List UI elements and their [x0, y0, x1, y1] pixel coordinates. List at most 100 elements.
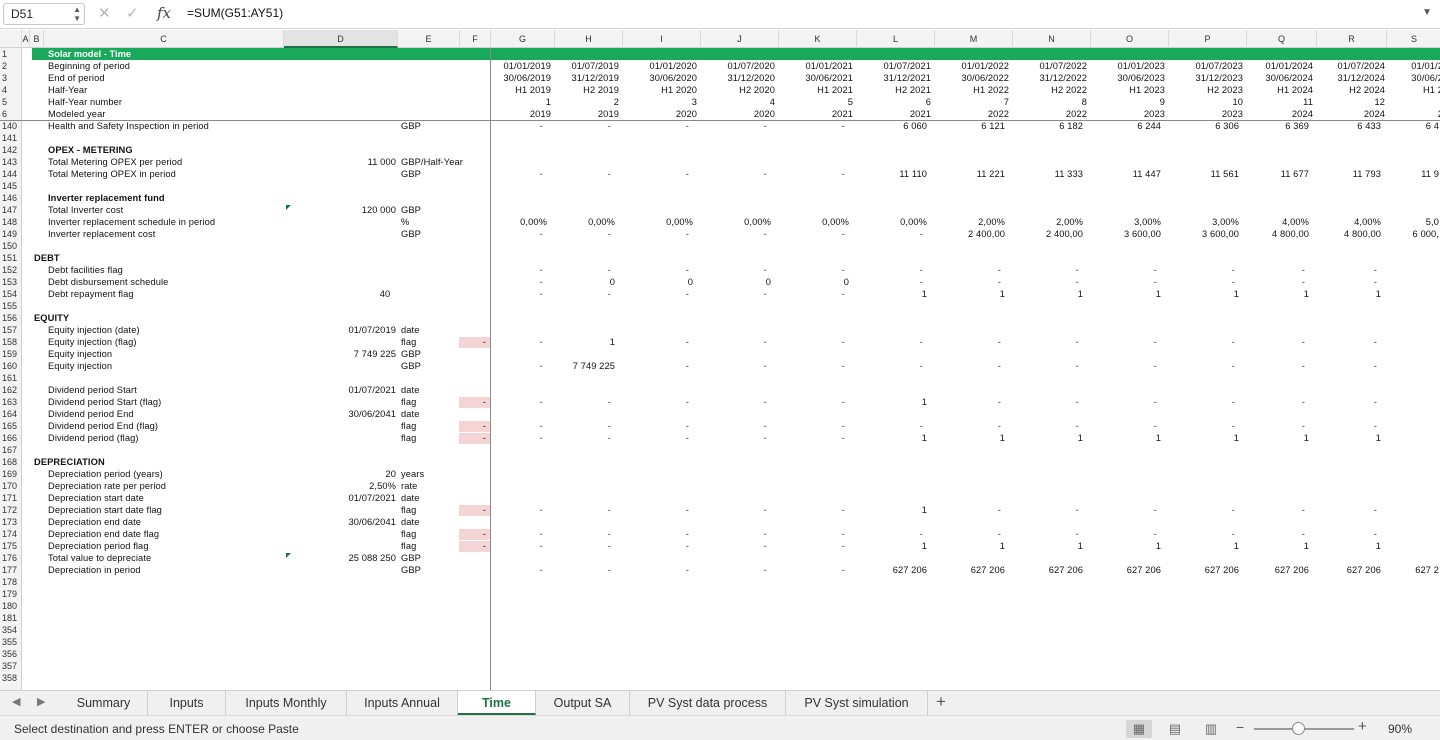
row-header-159[interactable]: 159: [0, 348, 21, 360]
row-header-158[interactable]: 158: [0, 336, 21, 348]
period-value-cell[interactable]: 0,00%: [852, 216, 927, 228]
zoom-out-icon[interactable]: −: [1236, 719, 1244, 735]
period-year-cell[interactable]: 2021: [778, 108, 853, 120]
row-label[interactable]: Dividend period End (flag): [48, 420, 288, 432]
period-value-cell[interactable]: -: [1230, 420, 1305, 432]
time-row-label[interactable]: Half-Year: [48, 84, 278, 96]
period-year-cell[interactable]: 2021: [856, 108, 931, 120]
period-value-cell[interactable]: -: [468, 336, 543, 348]
row-label[interactable]: Debt disbursement schedule: [48, 276, 288, 288]
row-header-163[interactable]: 163: [0, 396, 21, 408]
period-value-cell[interactable]: -: [614, 504, 689, 516]
period-value-cell[interactable]: -: [1160, 420, 1235, 432]
period-value-cell[interactable]: -: [1082, 276, 1157, 288]
period-value-cell[interactable]: -: [1004, 420, 1079, 432]
row-header-180[interactable]: 180: [0, 600, 21, 612]
row-header-146[interactable]: 146: [0, 192, 21, 204]
input-value-cell[interactable]: 01/07/2019: [284, 324, 396, 336]
period-value-cell[interactable]: 627 206: [1234, 564, 1309, 576]
tab-summary[interactable]: Summary: [60, 691, 148, 715]
period-begin-cell[interactable]: 01/07/2020: [700, 60, 775, 72]
row-header-354[interactable]: 354: [0, 624, 21, 636]
period-begin-cell[interactable]: 01/01/2019: [476, 60, 551, 72]
period-value-cell[interactable]: -: [926, 264, 1001, 276]
row-header-179[interactable]: 179: [0, 588, 21, 600]
period-num-cell[interactable]: 8: [1012, 96, 1087, 108]
period-num-cell[interactable]: 1: [476, 96, 551, 108]
period-begin-cell[interactable]: 01/01/2024: [1238, 60, 1313, 72]
row-header-140[interactable]: 140: [0, 120, 21, 132]
period-value-cell[interactable]: -: [1004, 504, 1079, 516]
unit-cell[interactable]: GBP: [401, 348, 471, 360]
period-value-cell[interactable]: 6 182: [1008, 120, 1083, 132]
row-label[interactable]: Total Metering OPEX in period: [48, 168, 288, 180]
period-value-cell[interactable]: 627 2: [1364, 564, 1439, 576]
row-header-173[interactable]: 173: [0, 516, 21, 528]
period-value-cell[interactable]: -: [468, 120, 543, 132]
period-num-cell[interactable]: 6: [856, 96, 931, 108]
row-header-3[interactable]: 3: [0, 72, 21, 84]
row-header-141[interactable]: 141: [0, 132, 21, 144]
period-value-cell[interactable]: 1: [1164, 432, 1239, 444]
period-value-cell[interactable]: 627 206: [852, 564, 927, 576]
row-label[interactable]: Health and Safety Inspection in period: [48, 120, 288, 132]
row-header-165[interactable]: 165: [0, 420, 21, 432]
period-end-cell[interactable]: 30/06/2023: [1090, 72, 1165, 84]
period-num-cell[interactable]: 11: [1238, 96, 1313, 108]
period-value-cell[interactable]: -: [614, 360, 689, 372]
unit-cell[interactable]: GBP/Half-Year: [401, 156, 471, 168]
period-value-cell[interactable]: 1: [852, 288, 927, 300]
period-half-cell[interactable]: H2 2022: [1012, 84, 1087, 96]
period-value-cell[interactable]: 1: [1086, 288, 1161, 300]
period-value-cell[interactable]: -: [692, 528, 767, 540]
period-value-cell[interactable]: -: [468, 360, 543, 372]
period-value-cell[interactable]: 11 110: [852, 168, 927, 180]
add-sheet-icon[interactable]: +: [936, 692, 946, 712]
period-value-cell[interactable]: -: [468, 264, 543, 276]
period-value-cell[interactable]: 6 244: [1086, 120, 1161, 132]
period-end-cell[interactable]: 31/12/2023: [1168, 72, 1243, 84]
period-value-cell[interactable]: 0,00%: [618, 216, 693, 228]
period-value-cell[interactable]: 1: [540, 336, 615, 348]
period-value-cell[interactable]: -: [692, 360, 767, 372]
row-label[interactable]: Depreciation start date: [48, 492, 288, 504]
period-value-cell[interactable]: 627 206: [1164, 564, 1239, 576]
row-label[interactable]: Total value to depreciate: [48, 552, 288, 564]
unit-cell[interactable]: date: [401, 384, 471, 396]
period-value-cell[interactable]: -: [848, 276, 923, 288]
period-value-cell[interactable]: -: [536, 540, 611, 552]
tab-inputs-monthly[interactable]: Inputs Monthly: [226, 691, 347, 715]
column-header-o[interactable]: O: [1091, 30, 1169, 48]
period-half-cell[interactable]: H1 2020: [622, 84, 697, 96]
period-value-cell[interactable]: 1: [1008, 540, 1083, 552]
period-value-cell[interactable]: -: [1082, 504, 1157, 516]
input-value-cell[interactable]: 11 000: [284, 156, 396, 168]
period-value-cell[interactable]: 2 400,00: [930, 228, 1005, 240]
period-value-cell[interactable]: -: [692, 540, 767, 552]
formula-input[interactable]: =SUM(G51:AY51): [187, 6, 283, 20]
period-value-cell[interactable]: 0,00%: [540, 216, 615, 228]
period-begin-cell[interactable]: 01/07/2023: [1168, 60, 1243, 72]
column-header-f[interactable]: F: [460, 30, 491, 48]
period-value-cell[interactable]: -: [1004, 336, 1079, 348]
column-header-g[interactable]: G: [491, 30, 555, 48]
row-label[interactable]: Dividend period Start: [48, 384, 288, 396]
period-num-cell[interactable]: 9: [1090, 96, 1165, 108]
row-label[interactable]: DEPRECIATION: [34, 456, 274, 468]
period-value-cell[interactable]: 0: [540, 276, 615, 288]
period-value-cell[interactable]: -: [770, 540, 845, 552]
zoom-slider-thumb[interactable]: [1292, 722, 1305, 735]
row-label[interactable]: Depreciation end date flag: [48, 528, 288, 540]
row-header-142[interactable]: 142: [0, 144, 21, 156]
period-value-cell[interactable]: 5,0: [1364, 216, 1439, 228]
period-value-cell[interactable]: [1364, 420, 1439, 432]
row-header-172[interactable]: 172: [0, 504, 21, 516]
period-value-cell[interactable]: 11 677: [1234, 168, 1309, 180]
period-value-cell[interactable]: 3 600,00: [1086, 228, 1161, 240]
period-num-cell[interactable]: 2: [544, 96, 619, 108]
period-value-cell[interactable]: -: [848, 360, 923, 372]
period-value-cell[interactable]: 1: [1164, 540, 1239, 552]
period-value-cell[interactable]: 11 561: [1164, 168, 1239, 180]
zoom-in-icon[interactable]: +: [1358, 718, 1367, 735]
period-value-cell[interactable]: 1: [1164, 288, 1239, 300]
